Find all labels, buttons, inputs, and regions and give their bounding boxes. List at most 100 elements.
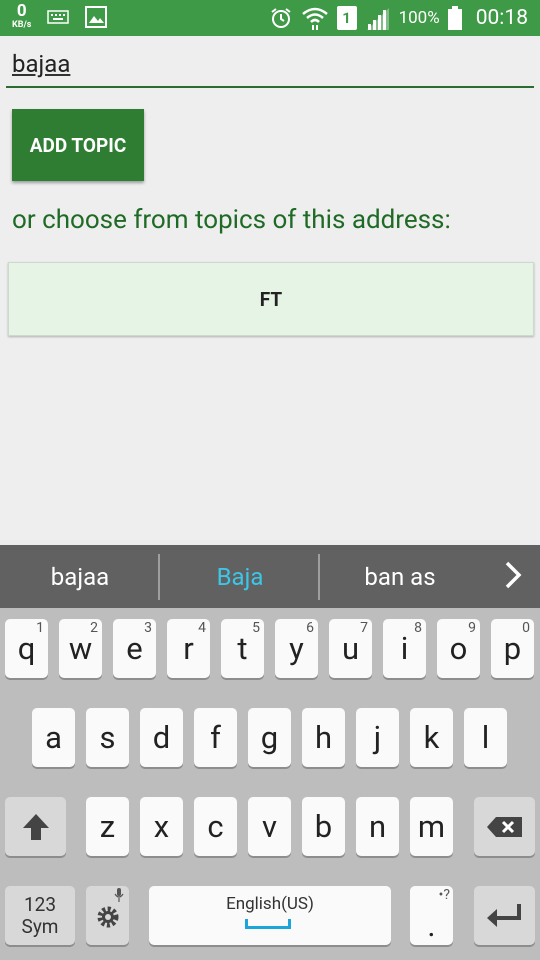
key-t[interactable]: t5 bbox=[221, 619, 264, 678]
topic-input[interactable]: bajaa bbox=[6, 48, 534, 88]
key-label: z bbox=[99, 808, 116, 845]
key-label: . bbox=[427, 907, 436, 944]
net-speed-indicator: 0 KB/s bbox=[12, 3, 31, 30]
gallery-icon bbox=[85, 5, 108, 28]
net-speed-value: 0 bbox=[16, 1, 27, 21]
sym-line-2: Sym bbox=[21, 914, 59, 938]
key-label: j bbox=[373, 719, 382, 756]
keyboard-icon bbox=[47, 9, 70, 24]
key-label: d bbox=[152, 719, 171, 756]
key-label: a bbox=[45, 719, 62, 756]
key-label: c bbox=[207, 808, 224, 845]
signal-icon bbox=[366, 8, 389, 30]
key-d[interactable]: d bbox=[140, 708, 183, 767]
period-key[interactable]: . •? bbox=[410, 886, 453, 945]
sim-indicator: 1 bbox=[336, 6, 357, 30]
key-hint: 5 bbox=[252, 620, 260, 636]
key-a[interactable]: a bbox=[32, 708, 75, 767]
space-bar-icon bbox=[245, 919, 291, 929]
enter-key[interactable] bbox=[474, 886, 535, 945]
key-v[interactable]: v bbox=[248, 797, 291, 856]
key-hint: 6 bbox=[306, 620, 314, 636]
topic-item-ft[interactable]: FT bbox=[8, 262, 534, 336]
key-label: m bbox=[417, 808, 446, 845]
key-label: n bbox=[368, 808, 387, 845]
key-label: o bbox=[449, 630, 468, 667]
shift-icon bbox=[22, 813, 49, 840]
space-key[interactable]: English(US) bbox=[149, 886, 391, 945]
key-o[interactable]: o9 bbox=[437, 619, 480, 678]
key-c[interactable]: c bbox=[194, 797, 237, 856]
key-j[interactable]: j bbox=[356, 708, 399, 767]
suggestion-1[interactable]: bajaa bbox=[0, 545, 160, 608]
topic-input-value[interactable]: bajaa bbox=[12, 50, 70, 78]
chevron-right-icon[interactable] bbox=[502, 559, 524, 591]
key-hint: •? bbox=[438, 887, 450, 903]
key-hint: 4 bbox=[198, 620, 206, 636]
key-hint: 7 bbox=[360, 620, 368, 636]
settings-key[interactable] bbox=[86, 886, 129, 945]
choose-topics-label: or choose from topics of this address: bbox=[12, 205, 451, 235]
suggestion-3[interactable]: ban as bbox=[320, 545, 480, 608]
key-label: k bbox=[423, 719, 440, 756]
wifi-icon bbox=[301, 7, 328, 30]
alarm-icon bbox=[270, 8, 291, 28]
key-g[interactable]: g bbox=[248, 708, 291, 767]
key-hint: 2 bbox=[90, 620, 98, 636]
key-u[interactable]: u7 bbox=[329, 619, 372, 678]
net-speed-unit: KB/s bbox=[12, 20, 32, 30]
key-b[interactable]: b bbox=[302, 797, 345, 856]
key-n[interactable]: n bbox=[356, 797, 399, 856]
sym-key[interactable]: 123 Sym bbox=[5, 886, 75, 945]
key-label: w bbox=[68, 630, 93, 667]
key-label: u bbox=[341, 630, 360, 667]
key-hint: 9 bbox=[468, 620, 476, 636]
add-topic-button[interactable]: ADD TOPIC bbox=[12, 109, 144, 181]
key-k[interactable]: k bbox=[410, 708, 453, 767]
key-label: y bbox=[289, 630, 304, 667]
suggestion-2[interactable]: Baja bbox=[160, 545, 320, 608]
shift-key[interactable] bbox=[5, 797, 66, 856]
key-x[interactable]: x bbox=[140, 797, 183, 856]
key-label: v bbox=[261, 808, 277, 845]
key-y[interactable]: y6 bbox=[275, 619, 318, 678]
sym-line-1: 123 bbox=[23, 892, 57, 916]
gear-icon bbox=[97, 906, 118, 927]
status-right: 1 100% 00:18 bbox=[269, 0, 528, 36]
key-label: p bbox=[503, 630, 522, 667]
key-e[interactable]: e3 bbox=[113, 619, 156, 678]
keyboard: q1 w2 e3 r4 t5 y6 u7 i8 o9 p0 a s d f g … bbox=[0, 608, 540, 960]
backspace-key[interactable] bbox=[474, 797, 535, 856]
key-hint: 3 bbox=[144, 620, 152, 636]
sym-key-label: 123 Sym bbox=[21, 892, 59, 938]
key-w[interactable]: w2 bbox=[59, 619, 102, 678]
status-clock: 00:18 bbox=[475, 6, 528, 30]
key-z[interactable]: z bbox=[86, 797, 129, 856]
key-q[interactable]: q1 bbox=[5, 619, 48, 678]
key-l[interactable]: l bbox=[464, 708, 507, 767]
key-label: i bbox=[400, 630, 409, 667]
space-key-label: English(US) bbox=[226, 894, 314, 914]
key-h[interactable]: h bbox=[302, 708, 345, 767]
status-bar: 0 KB/s 1 100% 00:18 bbox=[0, 0, 540, 36]
suggestion-strip: bajaa Baja ban as bbox=[0, 545, 540, 608]
key-label: q bbox=[17, 630, 36, 667]
status-left: 0 KB/s bbox=[12, 3, 108, 30]
key-hint: 0 bbox=[522, 620, 530, 636]
key-label: l bbox=[481, 719, 490, 756]
key-f[interactable]: f bbox=[194, 708, 237, 767]
key-label: x bbox=[153, 808, 170, 845]
battery-percent: 100% bbox=[398, 8, 440, 28]
mic-icon bbox=[114, 888, 124, 902]
key-label: t bbox=[237, 630, 248, 667]
key-hint: 8 bbox=[414, 620, 422, 636]
key-p[interactable]: p0 bbox=[491, 619, 534, 678]
key-label: r bbox=[183, 630, 194, 667]
key-label: h bbox=[314, 719, 333, 756]
key-hint: 1 bbox=[36, 620, 44, 636]
key-m[interactable]: m bbox=[410, 797, 453, 856]
key-r[interactable]: r4 bbox=[167, 619, 210, 678]
key-i[interactable]: i8 bbox=[383, 619, 426, 678]
key-s[interactable]: s bbox=[86, 708, 129, 767]
key-label: e bbox=[126, 630, 143, 667]
